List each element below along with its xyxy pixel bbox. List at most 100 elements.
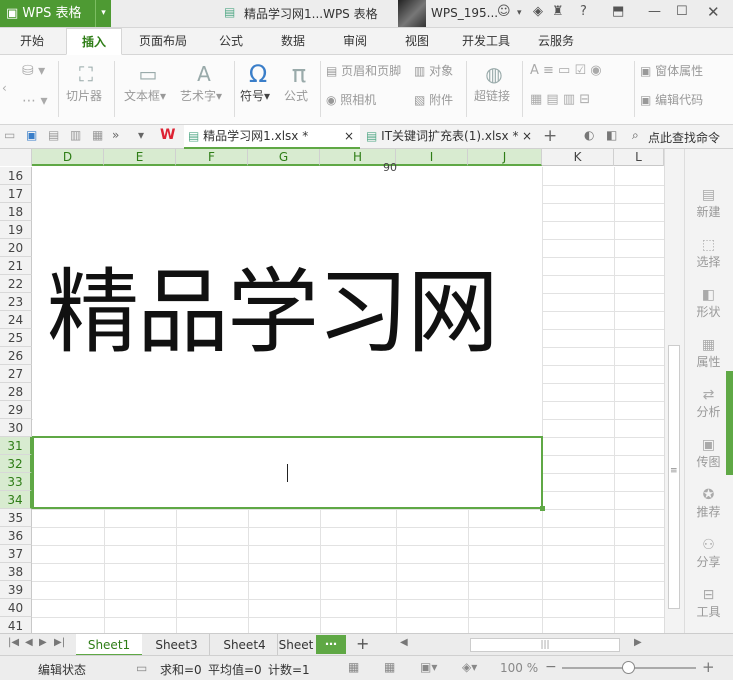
close-tab-icon[interactable]: × [344,125,354,147]
scroll-left-icon[interactable]: ◀ [400,637,408,648]
wordart-text[interactable]: 精品学习网 [47,263,499,363]
wordart-button[interactable]: A 艺术字▾ [180,61,228,104]
normal-view-icon[interactable]: ▦ [348,660,359,674]
ribbon-scroll-left-icon[interactable]: ‹ [2,81,7,95]
chevron-down-icon[interactable]: ▾ [517,8,522,18]
zoom-out-icon[interactable]: − [545,659,557,675]
prev-sheet-icon[interactable]: ◀ [25,637,33,648]
select-all-corner[interactable] [0,149,32,166]
print-icon[interactable]: ▥ [70,128,81,142]
column-header[interactable]: L [614,149,664,166]
row-header[interactable]: 25 [0,329,32,347]
column-header[interactable]: F [176,149,248,166]
column-header[interactable]: I [396,149,468,166]
row-header[interactable]: 38 [0,563,32,581]
sidebar-item-select[interactable]: ⬚ 选择 [685,237,732,270]
hyperlink-button[interactable]: ◍ 超链接 [474,61,514,104]
app-menu-button[interactable]: ▣ WPS 表格 ▾ [0,0,111,27]
shield-icon[interactable]: ◈ [533,4,543,19]
sparkline-icon[interactable]: ⋯ ▾ [22,93,47,109]
row-header[interactable]: 28 [0,383,32,401]
vertical-scrollbar[interactable]: ≡ [664,149,684,633]
chevron-down-icon[interactable]: ▾ [138,128,144,142]
edit-code-button[interactable]: ▣ 编辑代码 [640,91,703,108]
textbox-button[interactable]: ▭ 文本框▾ [124,61,172,104]
tab-page-layout[interactable]: 页面布局 [132,28,194,55]
more-sheets-button[interactable]: ⋯ [316,635,346,654]
restore-window-icon[interactable]: ⬒ [612,4,624,19]
sidebar-item-share[interactable]: ⚇ 分享 [685,537,732,570]
close-tab-icon[interactable]: × [522,125,532,147]
row-header[interactable]: 26 [0,347,32,365]
reading-view-icon[interactable]: ▣▾ [420,660,437,674]
sidebar-item-properties[interactable]: ▦ 属性 [685,337,732,370]
row-header[interactable]: 39 [0,581,32,599]
find-command-input[interactable]: 点此查找命令 [648,129,720,146]
sidebar-item-recommend[interactable]: ✪ 推荐 [685,487,732,520]
row-header[interactable]: 24 [0,311,32,329]
row-header[interactable]: 16 [0,167,32,185]
sidebar-toggle-handle[interactable] [726,371,733,475]
scroll-thumb[interactable]: ≡ [668,345,680,609]
sheet-tab-active[interactable]: Sheet1 [76,634,142,656]
doc-tab[interactable]: ▤ IT关键词扩充表(1).xlsx * × [362,125,538,149]
slicer-button[interactable]: ⛶ 切片器 [66,61,106,104]
row-header[interactable]: 37 [0,545,32,563]
skin-icon[interactable]: ☺ [497,4,511,19]
tab-developer[interactable]: 开发工具 [454,28,518,55]
form-controls-icon[interactable]: A ≡ ▭ ☑ ◉ [530,63,602,78]
row-header[interactable]: 22 [0,275,32,293]
header-footer-button[interactable]: ▤ 页眉和页脚 [326,62,401,79]
row-header[interactable]: 36 [0,527,32,545]
equation-button[interactable]: π 公式 [284,61,314,104]
chart-icon[interactable]: ⛁ ▾ [22,63,45,79]
avatar[interactable] [398,0,426,27]
column-header[interactable]: G [248,149,320,166]
sheet-tab[interactable]: Sheet4 [212,634,278,656]
more-icon[interactable]: » [112,128,119,142]
selection-range[interactable] [32,436,545,511]
next-sheet-icon[interactable]: ▶ [39,637,47,648]
sheet-tab[interactable]: Sheet3 [144,634,210,656]
save-icon[interactable]: ▣ [26,128,37,142]
row-header[interactable]: 27 [0,365,32,383]
row-header[interactable]: 41 [0,617,32,633]
row-header[interactable]: 40 [0,599,32,617]
tab-review[interactable]: 审阅 [330,28,380,55]
row-header[interactable]: 34 [0,491,32,509]
fill-handle[interactable] [540,506,545,511]
shirt-icon[interactable]: ♜ [552,4,564,19]
row-header[interactable]: 30 [0,419,32,437]
open-folder-icon[interactable]: ▭ [4,128,15,142]
sidebar-item-shape[interactable]: ◧ 形状 [685,287,732,320]
first-sheet-icon[interactable]: |◀ [8,637,19,648]
row-header[interactable]: 35 [0,509,32,527]
row-header[interactable]: 23 [0,293,32,311]
tab-cloud[interactable]: 云服务 [528,28,584,55]
horizontal-scroll-thumb[interactable]: ||| [470,638,620,652]
print-preview-icon[interactable]: ▦ [92,128,103,142]
minimize-icon[interactable]: — [648,4,661,19]
tab-home[interactable]: 开始 [8,28,56,55]
tab-switch-icon[interactable]: ◧ [606,128,617,142]
zoom-in-icon[interactable]: + [702,658,715,676]
tab-insert[interactable]: 插入 [66,28,122,55]
tab-formulas[interactable]: 公式 [206,28,256,55]
column-header[interactable]: D [32,149,104,166]
form-controls-2-icon[interactable]: ▦ ▤ ▥ ⊟ [530,92,590,107]
help-icon[interactable]: ? [580,4,587,19]
close-icon[interactable]: ✕ [707,3,720,21]
form-properties-button[interactable]: ▣ 窗体属性 [640,62,703,79]
add-sheet-icon[interactable]: + [356,634,369,653]
column-header[interactable]: K [542,149,614,166]
zoom-slider-knob[interactable] [622,661,635,674]
object-button[interactable]: ▥ 对象 [414,62,453,79]
row-header[interactable]: 17 [0,185,32,203]
export-pdf-icon[interactable]: ▤ [48,128,59,142]
sidebar-item-upload-image[interactable]: ▣ 传图 [685,437,732,470]
symbol-button[interactable]: Ω 符号▾ [240,61,276,104]
sheet-tab[interactable]: Sheet [278,634,314,656]
macro-icon[interactable]: ▭ [136,661,147,675]
row-header[interactable]: 21 [0,257,32,275]
merged-cell-area[interactable]: 90 精品学习网 [33,161,542,436]
